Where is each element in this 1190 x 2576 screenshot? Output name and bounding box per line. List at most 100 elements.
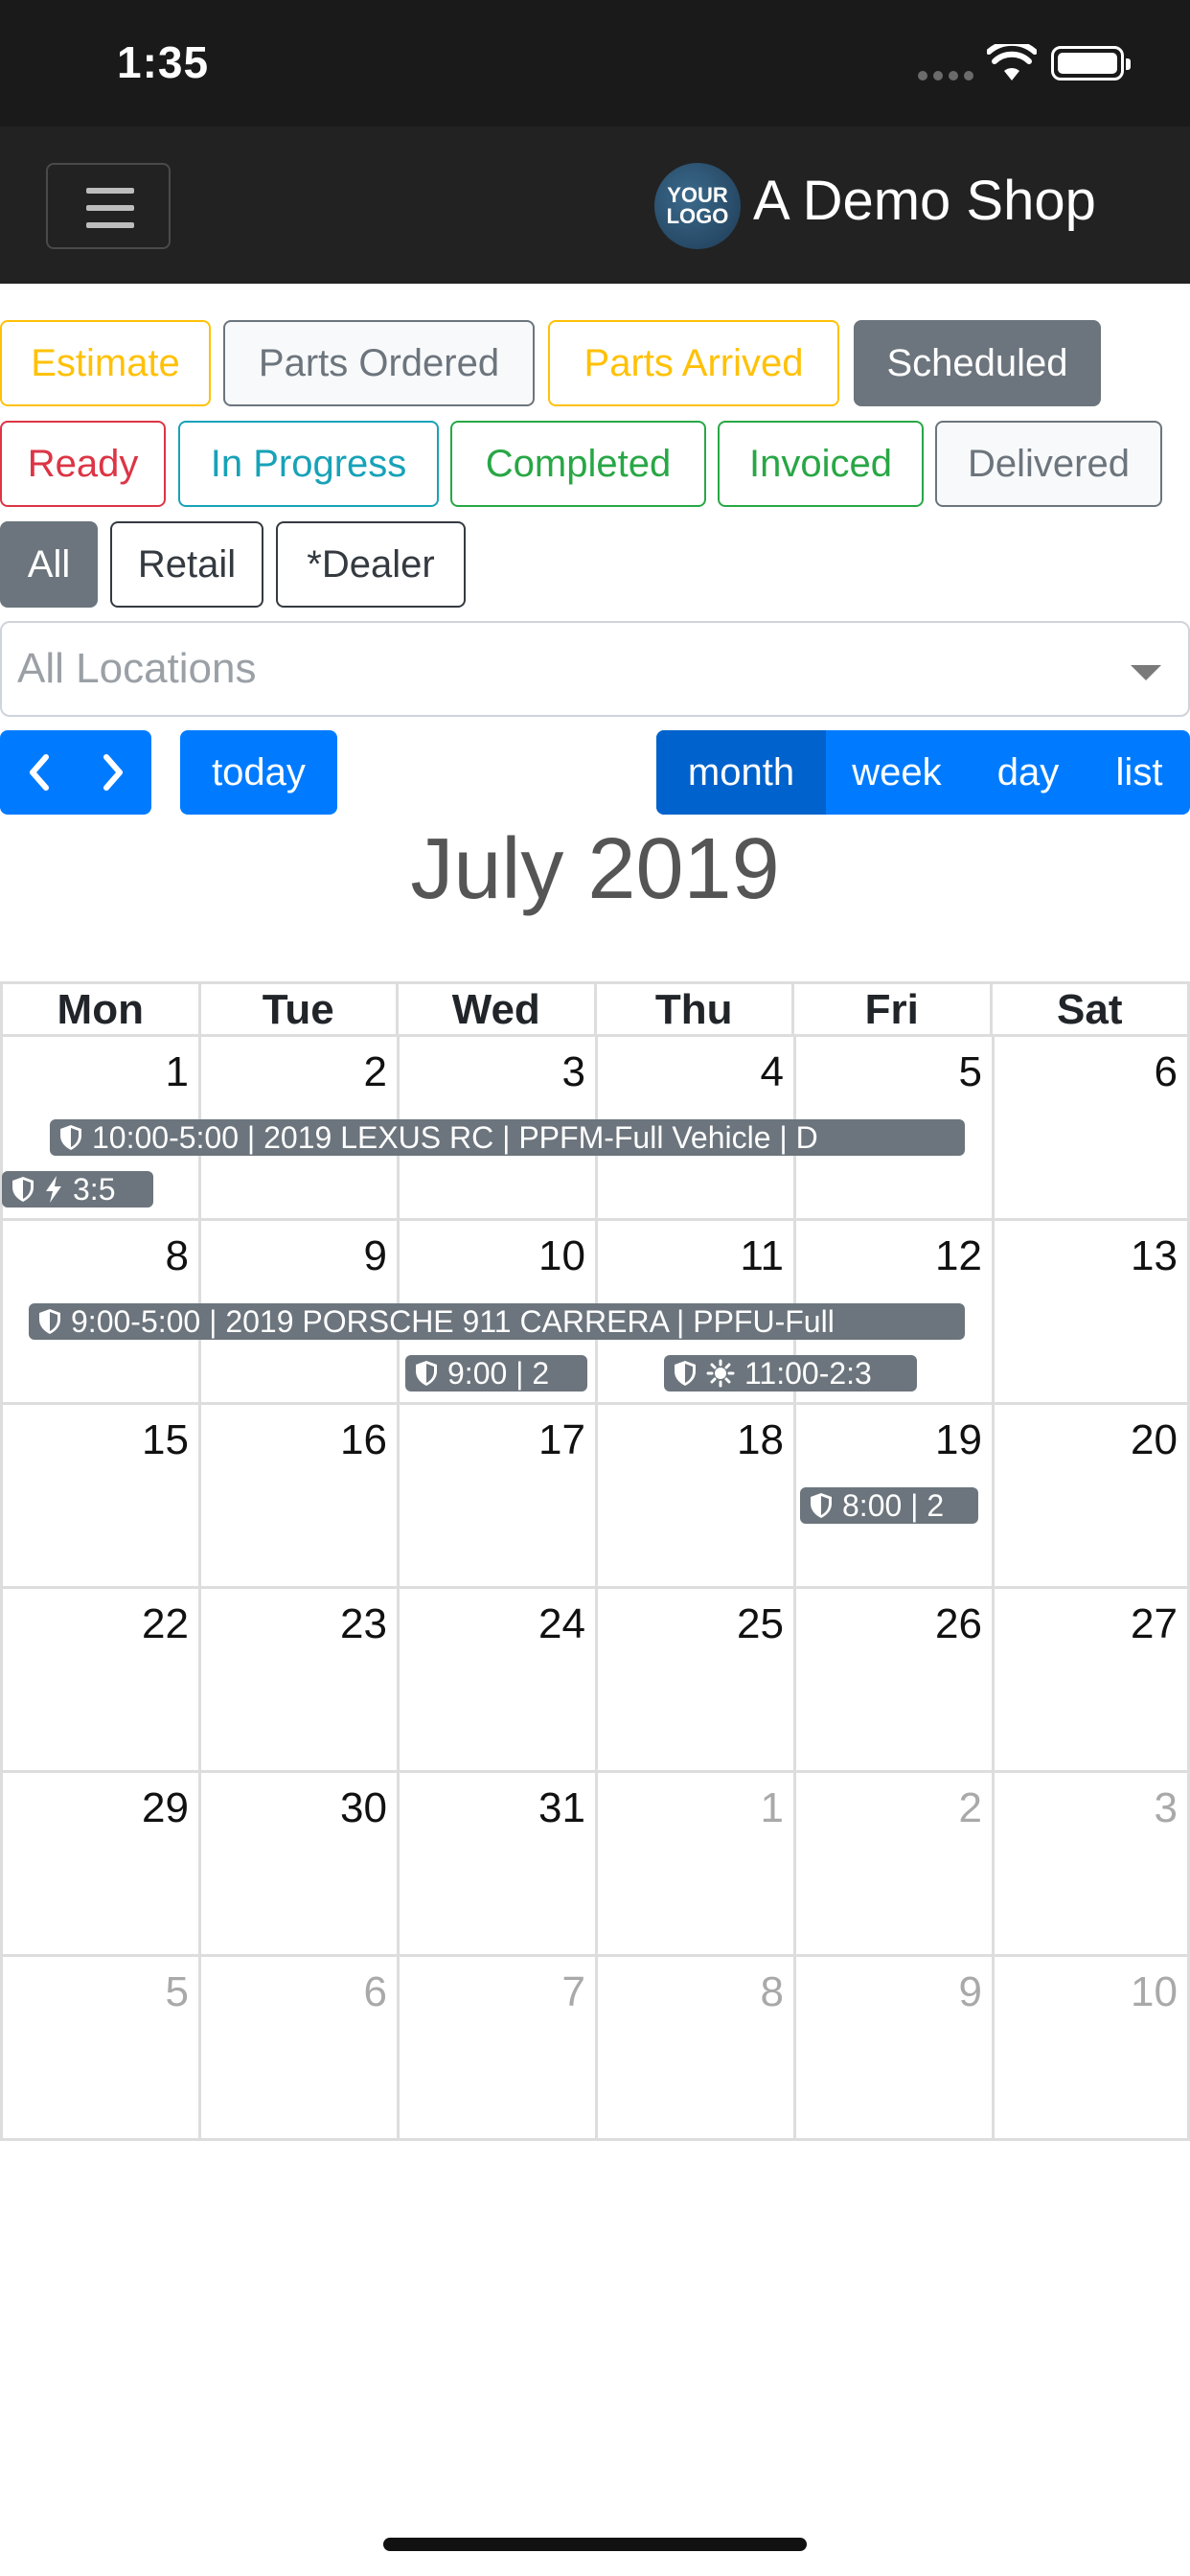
filter-invoiced-button[interactable]: Invoiced xyxy=(718,421,924,507)
calendar-title: July 2019 xyxy=(410,821,780,917)
day-number[interactable]: 3 xyxy=(1155,1784,1178,1832)
calendar-event[interactable]: 9:00 | 2 xyxy=(405,1355,587,1392)
day-number[interactable]: 16 xyxy=(340,1416,387,1464)
menu-toggle-button[interactable] xyxy=(46,163,171,249)
calendar-day-cell[interactable]: 27 xyxy=(992,1589,1190,1773)
day-number[interactable]: 3 xyxy=(562,1048,585,1096)
today-button[interactable]: today xyxy=(180,730,337,815)
calendar-day-cell[interactable]: 31 xyxy=(397,1773,595,1957)
filter-parts-arrived-button[interactable]: Parts Arrived xyxy=(548,320,839,406)
calendar-day-cell[interactable]: 8 xyxy=(595,1957,793,2141)
day-number[interactable]: 8 xyxy=(761,1968,784,2016)
calendar-day-cell[interactable]: 3 xyxy=(992,1773,1190,1957)
location-select[interactable]: All Locations xyxy=(0,621,1190,717)
day-number[interactable]: 9 xyxy=(364,1232,387,1280)
calendar-day-cell[interactable]: 26 xyxy=(793,1589,992,1773)
filter-estimate-button[interactable]: Estimate xyxy=(0,320,211,406)
day-number[interactable]: 13 xyxy=(1131,1232,1178,1280)
day-number[interactable]: 31 xyxy=(538,1784,585,1832)
shop-name[interactable]: A Demo Shop xyxy=(753,169,1096,233)
day-number[interactable]: 5 xyxy=(959,1048,982,1096)
day-number[interactable]: 25 xyxy=(737,1600,784,1648)
battery-icon xyxy=(1051,46,1131,80)
day-number[interactable]: 2 xyxy=(959,1784,982,1832)
calendar-event[interactable]: 10:00-5:00 | 2019 LEXUS RC | PPFM-Full V… xyxy=(50,1119,965,1156)
calendar-day-cell[interactable]: 16 xyxy=(198,1405,397,1589)
calendar-day-cell[interactable]: 22 xyxy=(0,1589,198,1773)
day-number[interactable]: 24 xyxy=(538,1600,585,1648)
view-day-button[interactable]: day xyxy=(968,730,1088,815)
day-number[interactable]: 30 xyxy=(340,1784,387,1832)
day-number[interactable]: 22 xyxy=(142,1600,189,1648)
day-number[interactable]: 12 xyxy=(935,1232,982,1280)
day-number[interactable]: 1 xyxy=(166,1048,189,1096)
day-number[interactable]: 6 xyxy=(364,1968,387,2016)
day-number[interactable]: 29 xyxy=(142,1784,189,1832)
calendar-event[interactable]: 11:00-2:3 xyxy=(664,1355,917,1392)
weekday-thu: Thu xyxy=(593,984,792,1034)
event-label: 3:5 xyxy=(73,1172,116,1207)
day-number[interactable]: 11 xyxy=(740,1232,784,1280)
day-number[interactable]: 18 xyxy=(737,1416,784,1464)
calendar-event[interactable]: 9:00-5:00 | 2019 PORSCHE 911 CARRERA | P… xyxy=(29,1303,965,1340)
filter-in-progress-button[interactable]: In Progress xyxy=(178,421,439,507)
filter-scheduled-button[interactable]: Scheduled xyxy=(854,320,1101,406)
day-number[interactable]: 26 xyxy=(935,1600,982,1648)
calendar-day-cell[interactable]: 2 xyxy=(793,1773,992,1957)
prev-button[interactable] xyxy=(0,730,76,815)
day-number[interactable]: 17 xyxy=(538,1416,585,1464)
day-number[interactable]: 4 xyxy=(761,1048,784,1096)
calendar-day-cell[interactable]: 10 xyxy=(992,1957,1190,2141)
day-number[interactable]: 1 xyxy=(761,1784,784,1832)
calendar-day-cell[interactable]: 15 xyxy=(0,1405,198,1589)
calendar-day-cell[interactable]: 13 xyxy=(992,1221,1190,1405)
calendar-event[interactable]: 3:5 xyxy=(2,1171,153,1208)
day-number[interactable]: 23 xyxy=(340,1600,387,1648)
calendar-day-cell[interactable]: 5 xyxy=(0,1957,198,2141)
day-number[interactable]: 8 xyxy=(166,1232,189,1280)
calendar-day-cell[interactable]: 6 xyxy=(992,1037,1190,1221)
chevron-right-icon xyxy=(103,754,123,791)
day-number[interactable]: 15 xyxy=(142,1416,189,1464)
calendar-event[interactable]: 8:00 | 2 xyxy=(800,1487,978,1524)
day-number[interactable]: 19 xyxy=(935,1416,982,1464)
filter-parts-ordered-button[interactable]: Parts Ordered xyxy=(223,320,535,406)
day-number[interactable]: 7 xyxy=(562,1968,585,2016)
view-switcher: month week day list xyxy=(656,730,1190,815)
shield-icon xyxy=(675,1361,696,1386)
status-time: 1:35 xyxy=(117,37,210,87)
event-label: 10:00-5:00 | 2019 LEXUS RC | PPFM-Full V… xyxy=(92,1120,818,1155)
prev-next-group xyxy=(0,730,151,815)
calendar-day-cell[interactable]: 24 xyxy=(397,1589,595,1773)
filter-delivered-button[interactable]: Delivered xyxy=(935,421,1162,507)
calendar-day-cell[interactable]: 1 xyxy=(595,1773,793,1957)
view-week-button[interactable]: week xyxy=(826,730,968,815)
calendar-day-cell[interactable]: 20 xyxy=(992,1405,1190,1589)
calendar-day-cell[interactable]: 30 xyxy=(198,1773,397,1957)
filter-ready-button[interactable]: Ready xyxy=(0,421,166,507)
calendar-day-cell[interactable]: 23 xyxy=(198,1589,397,1773)
day-number[interactable]: 9 xyxy=(959,1968,982,2016)
day-number[interactable]: 20 xyxy=(1131,1416,1178,1464)
view-list-button[interactable]: list xyxy=(1088,730,1190,815)
day-number[interactable]: 2 xyxy=(364,1048,387,1096)
day-number[interactable]: 10 xyxy=(538,1232,585,1280)
calendar-day-cell[interactable]: 25 xyxy=(595,1589,793,1773)
customer-dealer-button[interactable]: *Dealer xyxy=(276,521,466,608)
calendar-day-cell[interactable]: 18 xyxy=(595,1405,793,1589)
customer-all-button[interactable]: All xyxy=(0,521,98,608)
calendar-day-cell[interactable]: 6 xyxy=(198,1957,397,2141)
next-button[interactable] xyxy=(76,730,151,815)
filter-completed-button[interactable]: Completed xyxy=(450,421,706,507)
view-month-button[interactable]: month xyxy=(656,730,826,815)
day-number[interactable]: 27 xyxy=(1131,1600,1178,1648)
customer-retail-button[interactable]: Retail xyxy=(110,521,263,608)
day-number[interactable]: 5 xyxy=(166,1968,189,2016)
calendar-day-cell[interactable]: 17 xyxy=(397,1405,595,1589)
wifi-icon xyxy=(987,44,1037,80)
calendar-day-cell[interactable]: 9 xyxy=(793,1957,992,2141)
calendar-day-cell[interactable]: 7 xyxy=(397,1957,595,2141)
day-number[interactable]: 6 xyxy=(1155,1048,1178,1096)
day-number[interactable]: 10 xyxy=(1131,1968,1178,2016)
calendar-day-cell[interactable]: 29 xyxy=(0,1773,198,1957)
